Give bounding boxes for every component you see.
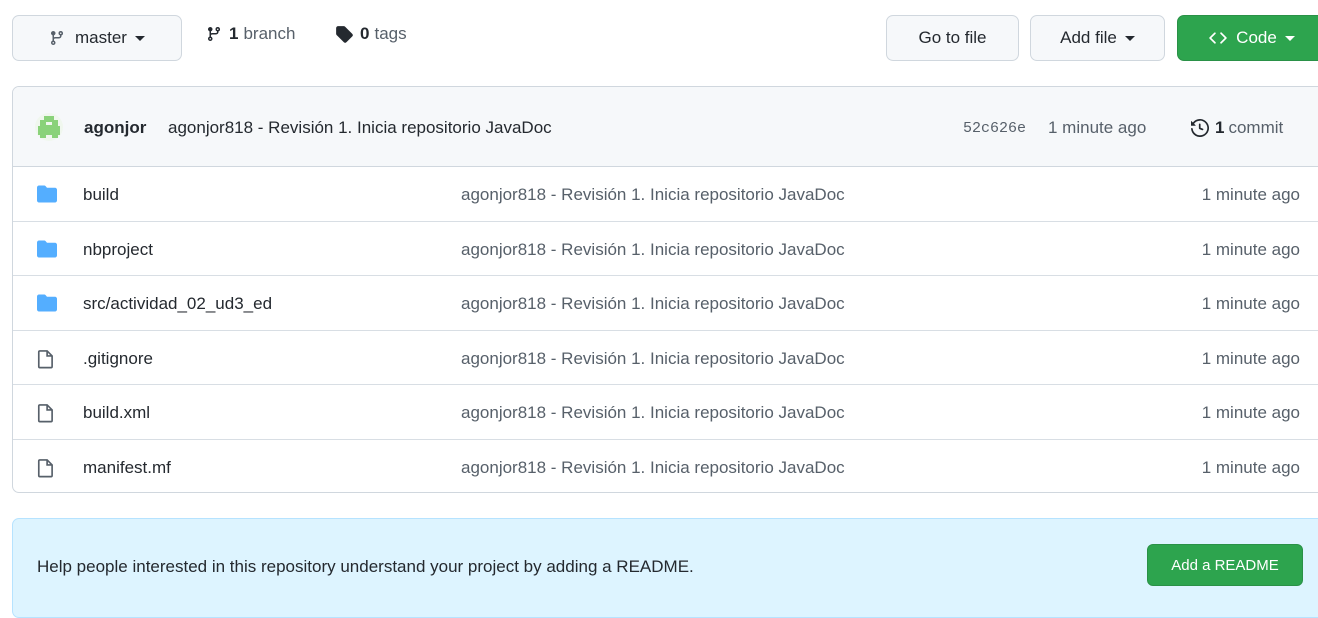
- commit-time: 1 minute ago: [1048, 118, 1147, 137]
- history-icon: [1191, 119, 1209, 137]
- add-file-button[interactable]: Add file: [1030, 15, 1165, 61]
- file-icon: [37, 458, 53, 477]
- folder-icon: [37, 185, 57, 203]
- file-age: 1 minute ago: [1201, 239, 1300, 259]
- latest-commit-bar: agonjor agonjor818 - Revisión 1. Inicia …: [13, 87, 1318, 167]
- file-commit-message[interactable]: agonjor818 - Revisión 1. Inicia reposito…: [461, 240, 845, 260]
- branches-link[interactable]: 1 branch: [206, 24, 295, 44]
- git-branch-icon: [51, 31, 64, 46]
- file-name[interactable]: .gitignore: [83, 349, 153, 369]
- caret-down-icon: [134, 35, 145, 41]
- branch-select-button[interactable]: master: [12, 15, 182, 61]
- file-name[interactable]: nbproject: [83, 240, 153, 260]
- file-commit-message[interactable]: agonjor818 - Revisión 1. Inicia reposito…: [461, 458, 845, 478]
- branches-label: branch: [243, 24, 296, 43]
- code-label: Code: [1236, 28, 1277, 47]
- file-icon: [37, 404, 53, 423]
- readme-banner: Help people interested in this repositor…: [12, 518, 1318, 618]
- add-readme-button[interactable]: Add a README: [1147, 544, 1303, 586]
- file-age: 1 minute ago: [1201, 185, 1300, 204]
- commit-count: 1: [1215, 118, 1225, 137]
- file-row[interactable]: build agonjor818 - Revisión 1. Inicia re…: [13, 167, 1318, 222]
- file-row[interactable]: build.xml agonjor818 - Revisión 1. Inici…: [13, 385, 1318, 440]
- branch-select-label: master: [75, 28, 127, 47]
- file-age: 1 minute ago: [1201, 294, 1300, 313]
- file-name[interactable]: build: [83, 185, 119, 205]
- tags-label: tags: [374, 24, 407, 43]
- go-to-file-button[interactable]: Go to file: [886, 15, 1019, 61]
- file-commit-message[interactable]: agonjor818 - Revisión 1. Inicia reposito…: [461, 349, 845, 369]
- go-to-file-label: Go to file: [918, 28, 987, 47]
- file-name[interactable]: src/actividad_02_ud3_ed: [83, 294, 272, 314]
- avatar[interactable]: [35, 113, 63, 141]
- code-button[interactable]: Code: [1177, 15, 1318, 61]
- file-icon: [37, 349, 53, 368]
- file-row[interactable]: src/actividad_02_ud3_ed agonjor818 - Rev…: [13, 276, 1318, 331]
- file-name[interactable]: build.xml: [83, 403, 150, 423]
- tag-icon: [336, 26, 353, 43]
- caret-down-icon: [1124, 35, 1135, 41]
- commit-sha[interactable]: 52c626e: [963, 120, 1026, 137]
- add-readme-label: Add a README: [1171, 556, 1279, 574]
- file-row[interactable]: .gitignore agonjor818 - Revisión 1. Inic…: [13, 331, 1318, 385]
- file-browser: agonjor agonjor818 - Revisión 1. Inicia …: [12, 86, 1318, 493]
- commit-message[interactable]: agonjor818 - Revisión 1. Inicia reposito…: [168, 118, 552, 138]
- tags-link[interactable]: 0 tags: [335, 24, 407, 44]
- branches-count: 1: [229, 24, 239, 43]
- add-file-label: Add file: [1060, 28, 1117, 47]
- readme-prompt-text: Help people interested in this repositor…: [37, 557, 694, 576]
- caret-down-icon: [1284, 35, 1295, 41]
- folder-icon: [37, 294, 57, 312]
- commit-count-label: commit: [1228, 118, 1284, 137]
- file-age: 1 minute ago: [1201, 348, 1300, 368]
- file-age: 1 minute ago: [1201, 457, 1300, 477]
- file-row[interactable]: nbproject agonjor818 - Revisión 1. Inici…: [13, 222, 1318, 276]
- file-age: 1 minute ago: [1201, 403, 1300, 422]
- file-commit-message[interactable]: agonjor818 - Revisión 1. Inicia reposito…: [461, 294, 845, 314]
- commit-history-link[interactable]: 1 commit: [1191, 118, 1283, 138]
- code-icon: [1209, 32, 1227, 44]
- git-branch-icon: [207, 27, 220, 42]
- commit-author[interactable]: agonjor: [84, 118, 146, 138]
- file-commit-message[interactable]: agonjor818 - Revisión 1. Inicia reposito…: [461, 185, 845, 205]
- file-commit-message[interactable]: agonjor818 - Revisión 1. Inicia reposito…: [461, 403, 845, 423]
- file-name[interactable]: manifest.mf: [83, 458, 171, 478]
- tags-count: 0: [360, 24, 370, 43]
- folder-icon: [37, 240, 57, 257]
- file-row[interactable]: manifest.mf agonjor818 - Revisión 1. Ini…: [13, 440, 1318, 493]
